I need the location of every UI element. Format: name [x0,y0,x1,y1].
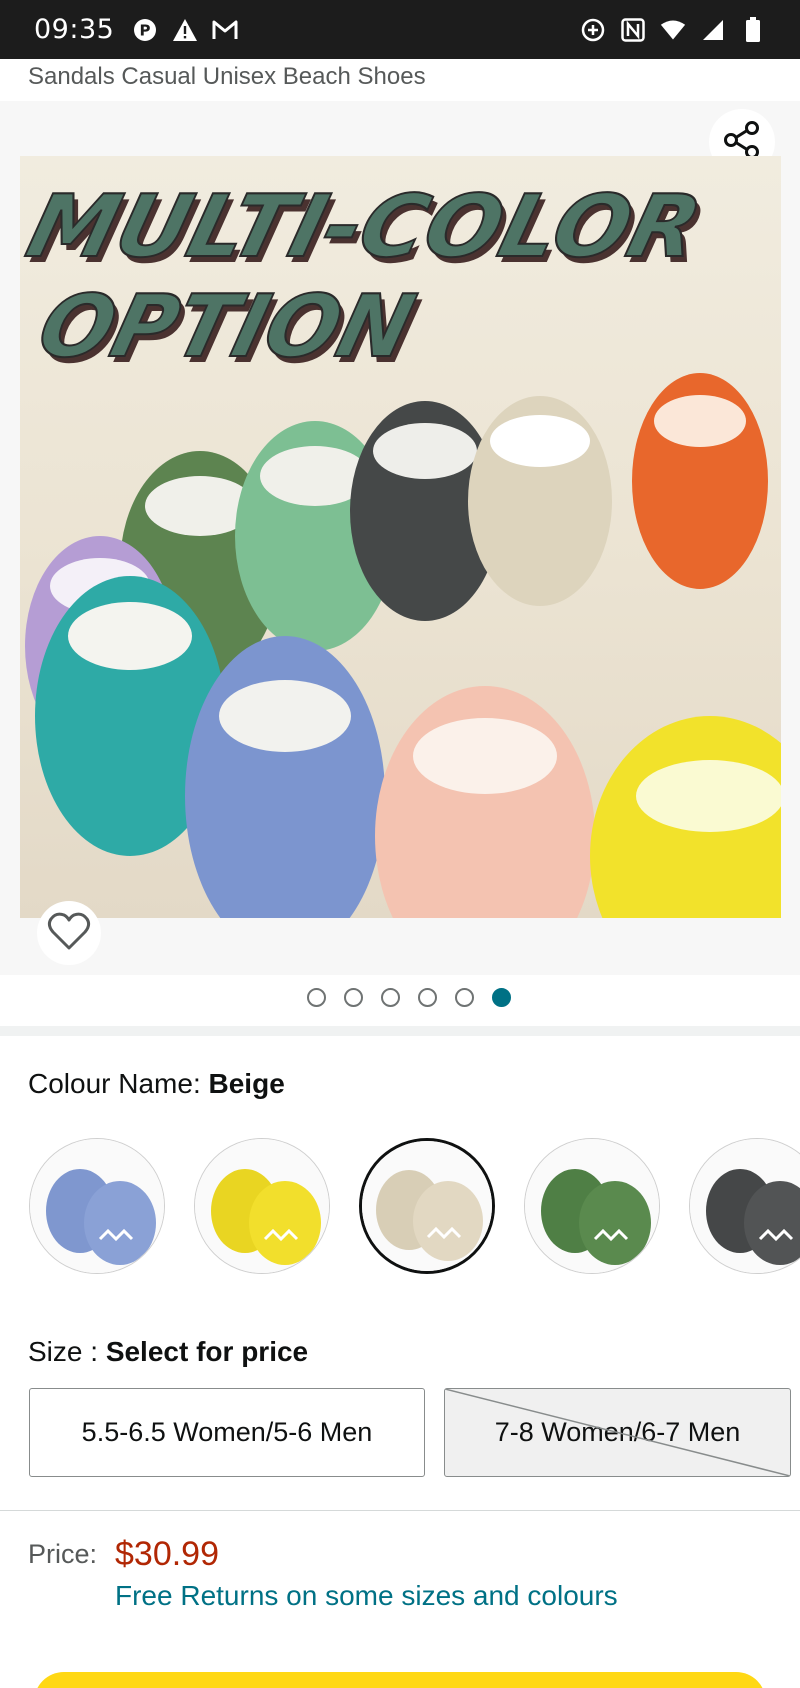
size-option-label: 5.5-6.5 Women/5-6 Men [81,1417,373,1447]
data-saver-icon [580,17,606,43]
carousel-dot[interactable] [455,988,474,1007]
size-option-button[interactable]: 5.5-6.5 Women/5-6 Men [29,1388,425,1477]
add-to-wishlist-button[interactable] [37,901,101,965]
product-image[interactable]: MULTI-COLOR MULTI-COLOR OPTION OPTION [20,156,781,918]
carousel-dots [0,988,800,1012]
colour-swatch-yellow[interactable] [194,1138,330,1274]
warning-icon [172,17,198,43]
price-value: $30.99 [115,1535,219,1573]
colour-swatch-green[interactable] [524,1138,660,1274]
selected-colour-name: Beige [208,1068,285,1099]
size-label: Size : Select for price [28,1336,308,1368]
carousel-dot-active[interactable] [492,988,511,1007]
section-divider-line [0,1510,800,1511]
colour-swatch-grey[interactable] [689,1138,800,1274]
size-label-text: Size : [28,1336,99,1367]
wifi-icon [660,17,686,43]
colour-swatch-beige[interactable] [359,1138,495,1274]
add-to-cart-button[interactable] [34,1672,766,1688]
shark-slipper-orange [632,373,768,589]
shark-slipper-pink [375,686,595,918]
carousel-dot[interactable] [418,988,437,1007]
carousel-dot[interactable] [307,988,326,1007]
carousel-dot[interactable] [381,988,400,1007]
colour-label: Colour Name: Beige [28,1068,285,1100]
status-time: 09:35 [34,14,115,45]
battery-icon [740,16,766,43]
colour-swatch-blue[interactable] [29,1138,165,1274]
gmail-icon [212,17,238,43]
carousel-dot[interactable] [344,988,363,1007]
colour-swatch-row [0,1136,800,1276]
signal-icon [700,17,726,43]
system-icons [580,16,766,43]
free-returns-link[interactable]: Free Returns on some sizes and colours [115,1580,618,1612]
title-strip: Sandals Casual Unisex Beach Shoes [0,59,800,101]
nfc-icon [620,17,646,43]
heart-icon [47,911,91,956]
size-option-button-unavailable[interactable]: 7-8 Women/6-7 Men [444,1388,791,1477]
image-gallery[interactable]: MULTI-COLOR MULTI-COLOR OPTION OPTION [0,101,800,975]
pinterest-icon: P [132,17,158,43]
price-label: Price: [28,1539,98,1569]
shark-slipper-beige [468,396,612,606]
banner-text: MULTI-COLOR MULTI-COLOR OPTION OPTION [20,175,715,382]
size-prompt: Select for price [105,1336,309,1367]
status-bar: 09:35 P [0,0,800,59]
svg-text:MULTI-COLOR: MULTI-COLOR [20,176,711,276]
size-option-label: 7-8 Women/6-7 Men [494,1417,741,1447]
product-title: Sandals Casual Unisex Beach Shoes [28,63,426,90]
section-divider [0,1026,800,1036]
shark-slipper-yellow [590,716,781,918]
svg-text:OPTION: OPTION [29,276,424,376]
colour-label-text: Colour Name: [28,1068,201,1099]
notification-icons: P [132,17,238,43]
svg-text:P: P [140,21,151,39]
